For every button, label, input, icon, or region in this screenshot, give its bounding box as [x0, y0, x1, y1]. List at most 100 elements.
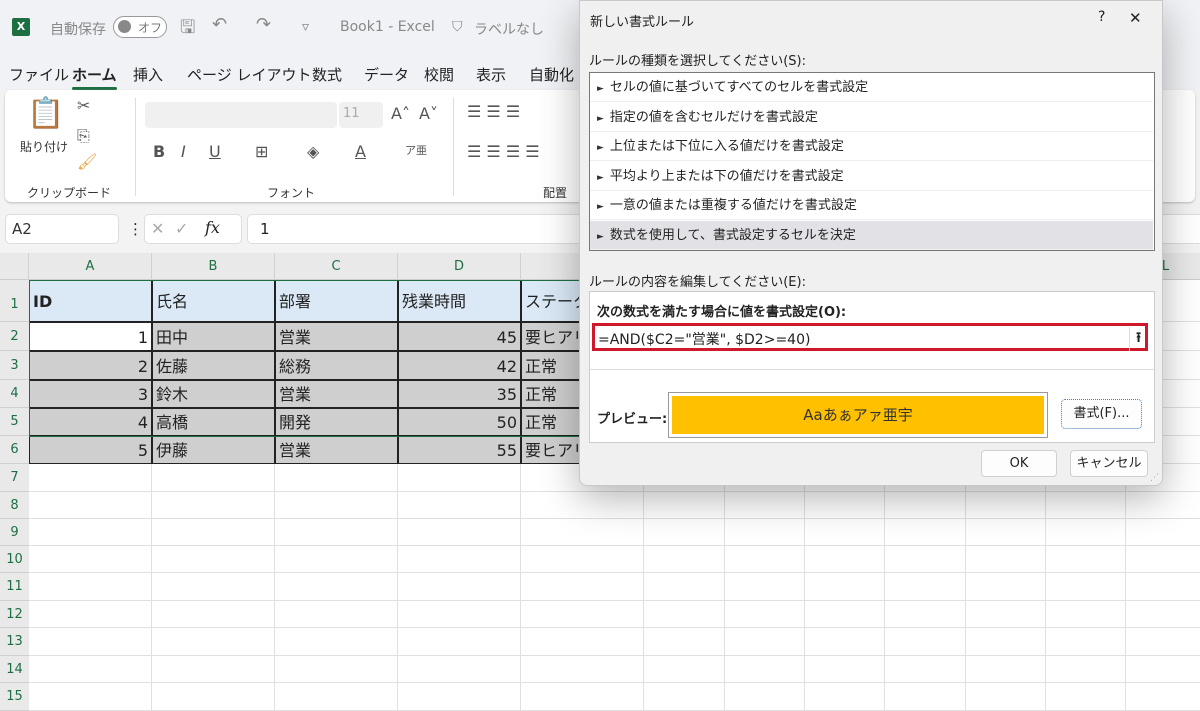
- tab-data[interactable]: データ: [364, 64, 409, 85]
- cell[interactable]: [805, 628, 885, 656]
- cell[interactable]: [885, 492, 966, 519]
- rule-type-list[interactable]: ►セルの値に基づいてすべてのセルを書式設定►指定の値を含むセルだけを書式設定►上…: [589, 72, 1155, 251]
- bold-icon[interactable]: B: [153, 142, 165, 161]
- cell[interactable]: [644, 601, 725, 628]
- cell[interactable]: [152, 601, 275, 628]
- column-header-C[interactable]: C: [275, 253, 398, 280]
- select-all-corner[interactable]: [0, 253, 29, 280]
- undo-icon[interactable]: ↶: [212, 14, 227, 35]
- cell[interactable]: [398, 573, 521, 601]
- cell[interactable]: [805, 656, 885, 683]
- cell[interactable]: [885, 683, 966, 711]
- header-cell[interactable]: 部署: [275, 280, 398, 322]
- cell[interactable]: [398, 628, 521, 656]
- tab-home[interactable]: ホーム: [72, 64, 117, 85]
- sensitivity-label[interactable]: ラベルなし: [474, 19, 544, 39]
- row-header-8[interactable]: 8: [0, 492, 29, 519]
- tab-review[interactable]: 校閲: [424, 64, 454, 85]
- tab-file[interactable]: ファイル: [9, 64, 69, 85]
- collapse-dialog-icon[interactable]: ⭱: [1129, 327, 1141, 351]
- cell[interactable]: [398, 601, 521, 628]
- column-header-B[interactable]: B: [152, 253, 275, 280]
- cell[interactable]: 鈴木: [152, 380, 275, 408]
- cell[interactable]: [398, 464, 521, 492]
- font-size-combo[interactable]: 11: [339, 102, 383, 128]
- cell[interactable]: 55: [398, 436, 521, 464]
- rule-type-item[interactable]: ►数式を使用して、書式設定するセルを決定: [590, 221, 1153, 250]
- cell[interactable]: [966, 683, 1046, 711]
- cell[interactable]: [275, 601, 398, 628]
- rule-type-item[interactable]: ►指定の値を含むセルだけを書式設定: [590, 103, 1153, 132]
- cell[interactable]: [966, 573, 1046, 601]
- cell[interactable]: [521, 601, 644, 628]
- cell[interactable]: [644, 683, 725, 711]
- row-header-3[interactable]: 3: [0, 351, 29, 380]
- cell[interactable]: [644, 492, 725, 519]
- cell[interactable]: [885, 601, 966, 628]
- cell[interactable]: [885, 656, 966, 683]
- cell[interactable]: 35: [398, 380, 521, 408]
- cell[interactable]: [1126, 628, 1200, 656]
- resize-grip-icon[interactable]: ⋰: [1150, 473, 1159, 483]
- cell[interactable]: [725, 519, 805, 546]
- cell[interactable]: [152, 519, 275, 546]
- cell[interactable]: [966, 601, 1046, 628]
- cell[interactable]: [1046, 656, 1126, 683]
- copy-icon[interactable]: ⎘: [77, 126, 90, 146]
- cell[interactable]: [275, 492, 398, 519]
- row-header-15[interactable]: 15: [0, 683, 29, 711]
- cell[interactable]: [805, 519, 885, 546]
- cell[interactable]: [1126, 546, 1200, 573]
- cell[interactable]: [275, 656, 398, 683]
- cell[interactable]: [29, 464, 152, 492]
- rule-type-item[interactable]: ►平均より上または下の値だけを書式設定: [590, 162, 1153, 191]
- fill-color-icon[interactable]: ◈: [307, 142, 319, 161]
- header-cell[interactable]: ID: [29, 280, 152, 322]
- cell[interactable]: [805, 601, 885, 628]
- cell[interactable]: [1126, 601, 1200, 628]
- cell[interactable]: [725, 683, 805, 711]
- cell[interactable]: [966, 656, 1046, 683]
- cell[interactable]: [29, 683, 152, 711]
- cell[interactable]: [275, 628, 398, 656]
- row-header-13[interactable]: 13: [0, 628, 29, 656]
- cell[interactable]: [152, 683, 275, 711]
- cell[interactable]: [275, 546, 398, 573]
- cell[interactable]: [966, 492, 1046, 519]
- cell[interactable]: [966, 546, 1046, 573]
- rule-type-item[interactable]: ►上位または下位に入る値だけを書式設定: [590, 132, 1153, 161]
- format-button[interactable]: 書式(F)...: [1061, 399, 1142, 429]
- row-header-4[interactable]: 4: [0, 380, 29, 408]
- cell[interactable]: [398, 656, 521, 683]
- rule-type-item[interactable]: ►セルの値に基づいてすべてのセルを書式設定: [590, 73, 1153, 102]
- phonetic-icon[interactable]: ア亜: [405, 142, 427, 158]
- cell[interactable]: [275, 464, 398, 492]
- insert-function-icon[interactable]: fx: [205, 218, 220, 237]
- cell[interactable]: [398, 492, 521, 519]
- cell[interactable]: [1126, 656, 1200, 683]
- align-left-icon[interactable]: ☰ ☰ ☰ ☰: [467, 142, 540, 161]
- help-button[interactable]: ?: [1098, 9, 1105, 25]
- cell[interactable]: [644, 519, 725, 546]
- increase-font-icon[interactable]: A˄: [391, 104, 410, 123]
- cell[interactable]: 5: [29, 436, 152, 464]
- ok-button[interactable]: OK: [981, 450, 1057, 477]
- cancel-icon[interactable]: ✕: [151, 219, 164, 238]
- cell[interactable]: [275, 519, 398, 546]
- row-header-1[interactable]: 1: [0, 280, 29, 322]
- row-header-6[interactable]: 6: [0, 436, 29, 464]
- cell[interactable]: [885, 573, 966, 601]
- cell[interactable]: [966, 628, 1046, 656]
- row-header-7[interactable]: 7: [0, 464, 29, 492]
- underline-icon[interactable]: U: [209, 142, 221, 161]
- cell[interactable]: [966, 519, 1046, 546]
- cell[interactable]: [29, 573, 152, 601]
- cell[interactable]: [29, 628, 152, 656]
- cell[interactable]: 営業: [275, 436, 398, 464]
- header-cell[interactable]: 残業時間: [398, 280, 521, 322]
- enter-icon[interactable]: ✓: [175, 219, 188, 238]
- cell[interactable]: [885, 628, 966, 656]
- cell[interactable]: [1126, 573, 1200, 601]
- autosave-toggle[interactable]: オフ: [113, 16, 167, 38]
- cell[interactable]: [275, 683, 398, 711]
